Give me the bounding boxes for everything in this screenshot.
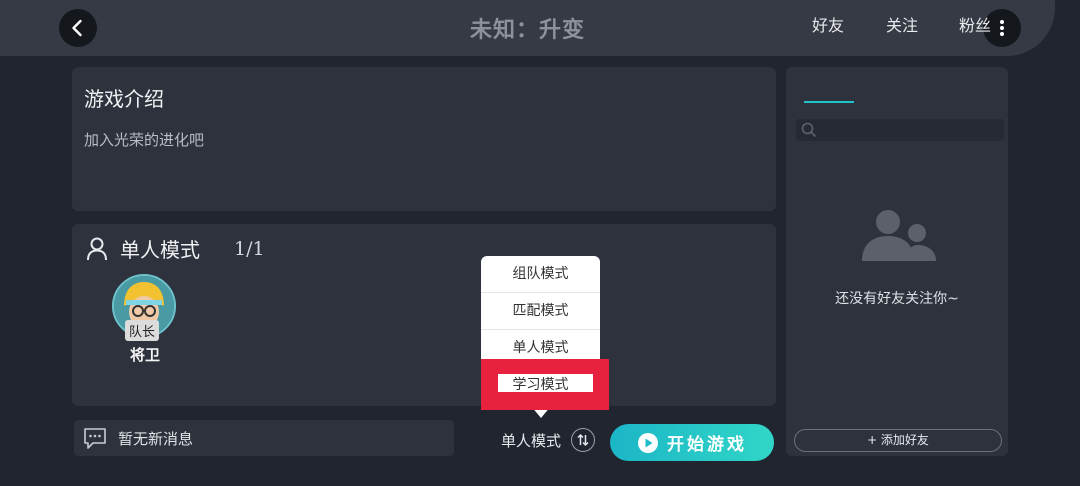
team-panel: 单人模式 1/1 队长 将卫 <box>72 224 776 406</box>
friends-empty-icon <box>862 210 936 261</box>
game-intro-panel: 游戏介绍 加入光荣的进化吧 <box>72 67 776 211</box>
captain-badge: 队长 <box>125 320 160 341</box>
dropdown-option-team[interactable]: 组队模式 <box>481 256 600 293</box>
start-game-label: 开始游戏 <box>667 435 747 455</box>
tab-fans[interactable]: 粉丝 <box>959 12 991 36</box>
member-name: 将卫 <box>129 346 160 364</box>
dropdown-option-learn[interactable]: 学习模式 <box>481 367 600 404</box>
team-member[interactable]: 队长 将卫 <box>112 274 178 365</box>
swap-arrows-icon <box>577 433 589 447</box>
play-icon <box>638 432 658 453</box>
friends-empty-text: 还没有好友关注你~ <box>835 291 959 307</box>
dropdown-option-match[interactable]: 匹配模式 <box>481 293 600 330</box>
current-mode-label: 单人模式 <box>501 431 562 450</box>
tab-friends[interactable]: 好友 <box>812 12 844 36</box>
active-tab-indicator <box>804 101 854 103</box>
mode-dropdown: 组队模式 匹配模式 单人模式 学习模式 <box>481 256 600 406</box>
swap-mode-button[interactable] <box>571 428 596 452</box>
dropdown-pointer <box>531 406 551 418</box>
message-bar[interactable]: 暂无新消息 <box>74 420 454 456</box>
search-icon <box>801 122 817 138</box>
more-vertical-icon <box>1000 20 1004 36</box>
intro-text: 加入光荣的进化吧 <box>84 131 205 149</box>
add-friend-button[interactable]: + 添加好友 <box>794 429 1002 452</box>
player-count: 1/1 <box>234 237 265 260</box>
user-icon <box>87 237 107 260</box>
mode-switch[interactable]: 单人模式 <box>501 428 596 452</box>
mode-name: 单人模式 <box>120 238 200 262</box>
start-game-button[interactable]: 开始游戏 <box>610 424 774 461</box>
dropdown-option-solo[interactable]: 单人模式 <box>481 330 600 367</box>
message-text: 暂无新消息 <box>118 429 194 448</box>
tab-following[interactable]: 关注 <box>886 12 918 36</box>
team-header: 单人模式 1/1 <box>86 234 265 263</box>
chat-bubble-icon <box>84 428 106 449</box>
friend-search-input[interactable] <box>796 119 1004 141</box>
intro-title: 游戏介绍 <box>84 87 164 111</box>
